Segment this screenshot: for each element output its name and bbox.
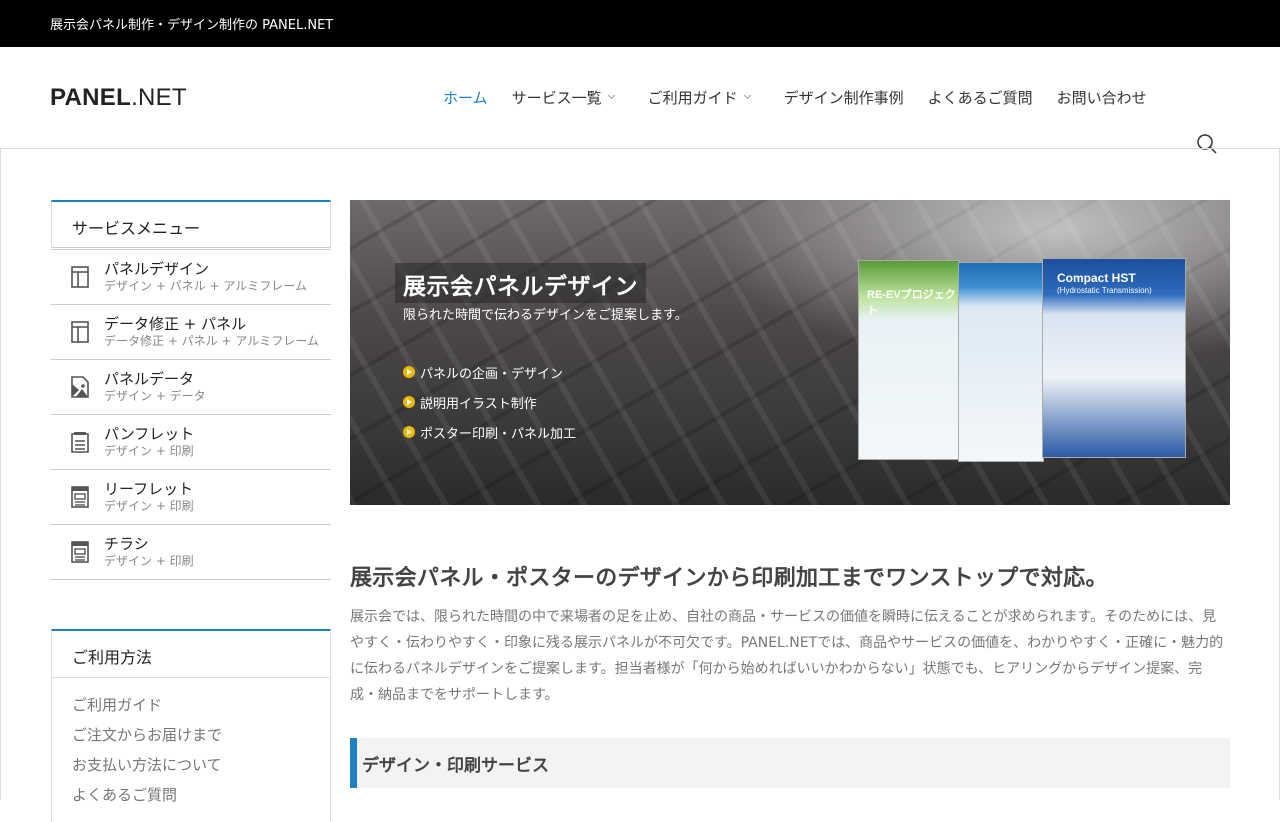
poster-label: (Hydrostatic Transmission) xyxy=(1057,286,1152,295)
sidebar-item-panel-data[interactable]: パネルデータ デザイン + データ xyxy=(51,360,331,415)
site-logo[interactable]: PANEL.NET xyxy=(50,84,187,112)
play-bullet-icon xyxy=(403,426,415,438)
site-tagline: 展示会パネル制作・デザイン制作の PANEL.NET xyxy=(50,18,334,33)
menu-sub: デザイン + データ xyxy=(104,389,206,403)
menu-label: チラシ xyxy=(104,535,149,553)
sidebar-item-pamphlet[interactable]: パンフレット デザイン + 印刷 xyxy=(51,415,331,470)
chevron-down-icon xyxy=(607,91,615,100)
file-image-icon xyxy=(71,376,89,398)
chevron-down-icon xyxy=(743,91,751,100)
nav-contact-label: お問い合わせ xyxy=(1056,89,1147,107)
service-menu-widget: サービスメニュー パネルデザイン デザイン + パネル + アルミフレーム データ… xyxy=(51,200,331,580)
logo-bold: PANEL xyxy=(50,83,132,111)
nav-contact[interactable]: お問い合わせ xyxy=(1057,87,1147,108)
menu-sub: デザイン + 印刷 xyxy=(104,499,194,513)
main-heading: 展示会パネル・ポスターのデザインから印刷加工までワンストップで対応。 xyxy=(350,566,1108,591)
hero-bullet-text: ポスター印刷・パネル加工 xyxy=(420,426,577,442)
poster-label: RE-EVプロジェクト xyxy=(867,289,956,317)
section-heading: デザイン・印刷サービス xyxy=(350,738,1230,788)
nav-home-label: ホーム xyxy=(443,89,488,107)
hero-bullet: ポスター印刷・パネル加工 xyxy=(403,417,576,447)
section-heading-label: デザイン・印刷サービス xyxy=(362,755,549,776)
usage-link-guide[interactable]: ご利用ガイド xyxy=(72,690,310,720)
nav-works-label: デザイン制作事例 xyxy=(783,89,904,107)
poster-sample: Compact HST (Hydrostatic Transmission) xyxy=(1042,258,1186,458)
menu-label: データ修正 + パネル xyxy=(104,315,247,333)
hero-bullet: パネルの企画・デザイン xyxy=(403,357,576,387)
menu-label: パンフレット xyxy=(104,425,195,443)
hero-bullet-text: パネルの企画・デザイン xyxy=(420,366,564,382)
newspaper-icon xyxy=(71,541,89,563)
nav-guide-label: ご利用ガイド xyxy=(647,89,738,107)
play-bullet-icon xyxy=(403,396,415,408)
poster-sample: RE-EVプロジェクト xyxy=(858,260,960,460)
menu-label: パネルデザイン xyxy=(104,260,210,278)
hero-bullet-text: 説明用イラスト制作 xyxy=(420,396,537,412)
hero-banner[interactable]: 展示会パネルデザイン 限られた時間で伝わるデザインをご提案します。 パネルの企画… xyxy=(350,200,1230,505)
play-bullet-icon xyxy=(403,366,415,378)
menu-sub: デザイン + 印刷 xyxy=(104,444,194,458)
usage-widget: ご利用方法 ご利用ガイド ご注文からお届けまで お支払い方法について よくあるご… xyxy=(51,629,331,822)
nav-services[interactable]: サービス一覧 xyxy=(511,87,615,108)
usage-link-order-flow[interactable]: ご注文からお届けまで xyxy=(72,720,310,750)
hero-title-box: 展示会パネルデザイン xyxy=(395,263,646,303)
nav-services-label: サービス一覧 xyxy=(511,89,602,107)
sidebar-item-panel-design[interactable]: パネルデザイン デザイン + パネル + アルミフレーム xyxy=(51,250,331,305)
document-icon xyxy=(71,432,89,453)
nav-works[interactable]: デザイン制作事例 xyxy=(784,87,904,108)
menu-sub: デザイン + パネル + アルミフレーム xyxy=(104,279,307,293)
sidebar-item-flyer[interactable]: チラシ デザイン + 印刷 xyxy=(51,525,331,580)
hero-bullet: 説明用イラスト制作 xyxy=(403,387,576,417)
service-menu-title: サービスメニュー xyxy=(51,200,331,250)
layout-icon xyxy=(71,321,89,343)
usage-links: ご利用ガイド ご注文からお届けまで お支払い方法について よくあるご質問 xyxy=(51,678,331,822)
layout-icon xyxy=(71,266,89,288)
sidebar-item-leaflet[interactable]: リーフレット デザイン + 印刷 xyxy=(51,470,331,525)
content-area: サービスメニュー パネルデザイン デザイン + パネル + アルミフレーム データ… xyxy=(0,148,1280,822)
logo-suffix: .NET xyxy=(131,83,187,111)
nav-faq-label: よくあるご質問 xyxy=(927,89,1033,107)
newspaper-icon xyxy=(71,486,89,508)
menu-label: リーフレット xyxy=(104,480,194,498)
nav-faq[interactable]: よくあるご質問 xyxy=(928,87,1033,108)
usage-title: ご利用方法 xyxy=(51,629,331,678)
hero-title: 展示会パネルデザイン xyxy=(403,274,638,300)
menu-sub: デザイン + 印刷 xyxy=(104,554,194,568)
usage-link-faq[interactable]: よくあるご質問 xyxy=(72,780,310,810)
main-nav: ホーム サービス一覧 ご利用ガイド デザイン制作事例 よくあるご質問 お問い合わ… xyxy=(443,47,1171,148)
menu-sub: データ修正 + パネル + アルミフレーム xyxy=(104,334,319,348)
nav-home[interactable]: ホーム xyxy=(443,87,488,108)
sidebar: サービスメニュー パネルデザイン デザイン + パネル + アルミフレーム データ… xyxy=(51,200,331,822)
sample-posters: RE-EVプロジェクト Compact HST (Hydrostatic Tra… xyxy=(858,258,1186,462)
intro-paragraph: 展示会では、限られた時間の中で来場者の足を止め、自社の商品・サービスの価値を瞬時… xyxy=(350,609,1224,703)
nav-guide[interactable]: ご利用ガイド xyxy=(647,87,751,108)
usage-link-payment[interactable]: お支払い方法について xyxy=(72,750,310,780)
sidebar-item-data-fix-panel[interactable]: データ修正 + パネル データ修正 + パネル + アルミフレーム xyxy=(51,305,331,360)
hero-bullets: パネルの企画・デザイン 説明用イラスト制作 ポスター印刷・パネル加工 xyxy=(403,357,576,447)
site-header: PANEL.NET ホーム サービス一覧 ご利用ガイド デザイン制作事例 よくあ… xyxy=(0,47,1280,154)
menu-label: パネルデータ xyxy=(104,370,195,388)
top-bar: 展示会パネル制作・デザイン制作の PANEL.NET xyxy=(0,0,1280,47)
hero-subtitle: 限られた時間で伝わるデザインをご提案します。 xyxy=(403,308,688,323)
poster-sample xyxy=(958,262,1044,462)
poster-label: Compact HST xyxy=(1057,271,1136,285)
main-content: 展示会パネルデザイン 限られた時間で伝わるデザインをご提案します。 パネルの企画… xyxy=(350,200,1230,788)
